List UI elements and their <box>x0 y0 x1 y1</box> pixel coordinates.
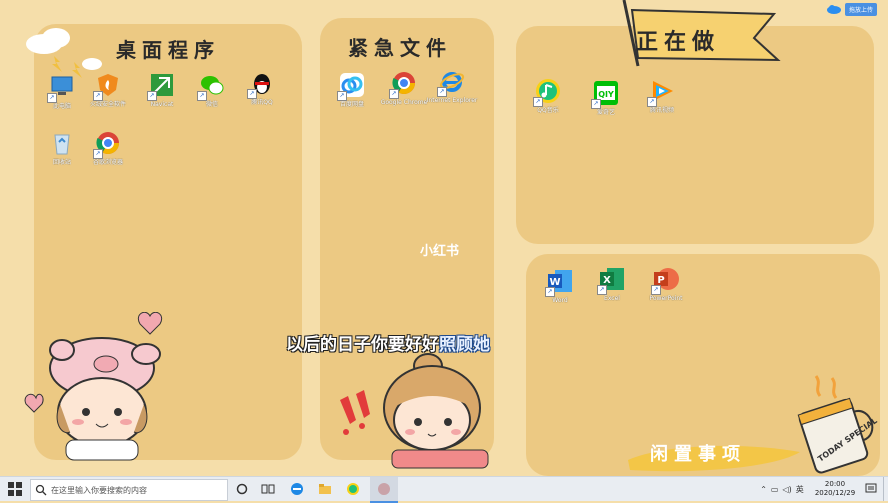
icon-label: PowerPoint <box>649 295 683 302</box>
qq-music-icon <box>347 483 359 495</box>
cortana-circle-icon <box>236 483 248 495</box>
panel-title-desktop-programs: 桌面程序 <box>116 38 220 62</box>
progress-icon-qq-music[interactable]: ↗ QQ音乐 <box>522 78 574 115</box>
urgent-icon-baidu-netdisk[interactable]: ↗ 百度网盘 <box>326 72 378 109</box>
taskbar-file-explorer[interactable] <box>314 477 336 501</box>
edge-icon <box>291 483 303 495</box>
baidu-netdisk-icon: ↗ <box>337 72 365 101</box>
taskbar-qq-music[interactable] <box>342 477 364 501</box>
baidu-cloud-icon <box>827 5 841 14</box>
windows-logo-icon <box>8 482 22 496</box>
task-view-button[interactable] <box>258 477 278 501</box>
show-desktop-button[interactable] <box>883 477 888 501</box>
folder-icon <box>319 484 331 494</box>
qq-music-icon: ↗ <box>533 78 561 107</box>
volume-icon[interactable]: ◁) <box>782 485 791 494</box>
office-icon-excel[interactable]: X ↗ Excel <box>586 266 638 303</box>
office-icon-powerpoint[interactable]: P ↗ PowerPoint <box>640 266 692 303</box>
icon-label: 火绒安全软件 <box>89 101 126 108</box>
excel-icon: X ↗ <box>597 266 625 295</box>
icon-label: Internet Explorer <box>426 97 478 104</box>
ie-icon: ↗ <box>437 68 465 97</box>
icon-label: 腾讯视频 <box>649 107 674 114</box>
chevron-up-icon[interactable]: ⌃ <box>760 485 767 494</box>
pig-hat-girl-illustration <box>24 312 163 461</box>
desktop-icon-huorong[interactable]: ↗ 火绒安全软件 <box>82 72 134 109</box>
upload-button[interactable]: 拖放上传 <box>845 2 878 16</box>
photo-app-icon <box>378 483 390 495</box>
desktop-icon-this-pc[interactable]: ↗ 此电脑 <box>36 74 88 111</box>
icon-label: Navicat <box>150 101 174 108</box>
progress-icon-iqiyi[interactable]: QIY ↗ 爱奇艺 <box>580 80 632 117</box>
panel-title-urgent-files: 紧急文件 <box>348 36 452 60</box>
clock-time: 20:00 <box>824 480 846 488</box>
qq-penguin-icon: ↗ <box>247 70 275 99</box>
input-method-icon[interactable]: 英 <box>796 484 804 495</box>
chrome-icon: ↗ <box>389 70 417 99</box>
iqiyi-icon: QIY ↗ <box>591 80 619 109</box>
recycle-bin-icon <box>49 130 75 156</box>
taskbar: 在这里输入你要搜索的内容 ⌃ ▭ ◁) 英 20:00 2020/12/29 <box>0 476 888 503</box>
clock-date: 2020/12/29 <box>814 489 856 497</box>
navicat-icon: ↗ <box>147 72 175 101</box>
icon-label: QQ音乐 <box>537 107 559 114</box>
icon-label: 腾讯QQ <box>251 99 273 106</box>
wechat-icon: ↗ <box>197 72 225 101</box>
icon-label: 回收站 <box>52 159 71 166</box>
taskbar-search-box[interactable]: 在这里输入你要搜索的内容 <box>30 479 228 501</box>
coffee-mug-illustration: TODAY SPECIAL <box>797 375 879 474</box>
desktop-icon-qq[interactable]: ↗ 腾讯QQ <box>236 70 288 107</box>
icon-label: Excel <box>604 295 620 302</box>
notification-center-button[interactable] <box>860 477 882 501</box>
clock[interactable]: 20:00 2020/12/29 <box>812 477 858 501</box>
notification-icon <box>865 483 877 493</box>
powerpoint-icon: P ↗ <box>651 266 679 295</box>
icon-label: 爱奇艺 <box>596 109 615 116</box>
xiaohongshu-watermark: 小红书 <box>420 244 460 259</box>
taskbar-active-app[interactable] <box>370 477 398 503</box>
panel-title-idle-matters: 闲置事项 <box>650 444 746 465</box>
start-button[interactable] <box>4 477 26 501</box>
office-icon-word[interactable]: W ↗ Word <box>534 268 586 305</box>
search-icon <box>35 484 47 496</box>
urgent-icon-google-chrome[interactable]: ↗ Google Chrome <box>378 70 430 107</box>
icon-label: Google Chrome <box>380 99 428 106</box>
urgent-icon-internet-explorer[interactable]: ↗ Internet Explorer <box>426 68 478 105</box>
tray-area[interactable]: ⌃ ▭ ◁) 英 <box>752 477 812 501</box>
icon-label: 微信 <box>205 101 218 108</box>
huorong-shield-icon: ↗ <box>93 72 121 101</box>
task-view-icon <box>261 484 275 494</box>
icon-label: 百度网盘 <box>339 101 364 108</box>
word-icon: W ↗ <box>545 268 573 297</box>
icon-label: 此电脑 <box>52 103 71 110</box>
bun-girl-illustration <box>340 353 489 469</box>
desktop-icon-chrome[interactable]: ↗ 谷歌浏览器 <box>82 130 134 167</box>
svg-text:QIY: QIY <box>598 90 614 99</box>
computer-icon: ↗ <box>47 74 75 103</box>
desktop-icon-recycle-bin[interactable]: 回收站 <box>36 130 88 167</box>
desktop-icon-wechat[interactable]: ↗ 微信 <box>186 72 238 109</box>
upload-widget[interactable]: 拖放上传 <box>826 2 878 16</box>
desktop-icon-navicat[interactable]: ↗ Navicat <box>136 72 188 109</box>
icon-label: Word <box>552 297 568 304</box>
icon-label: 谷歌浏览器 <box>92 159 123 166</box>
tencent-video-icon: ↗ <box>647 78 675 107</box>
progress-icon-tencent-video[interactable]: ↗ 腾讯视频 <box>636 78 688 115</box>
cortana-button[interactable] <box>232 477 252 501</box>
chrome-icon: ↗ <box>93 130 121 159</box>
taskbar-edge[interactable] <box>286 477 308 501</box>
panel-title-in-progress: 正在做 <box>636 29 721 55</box>
network-icon[interactable]: ▭ <box>771 485 779 494</box>
search-placeholder: 在这里输入你要搜索的内容 <box>51 485 147 495</box>
